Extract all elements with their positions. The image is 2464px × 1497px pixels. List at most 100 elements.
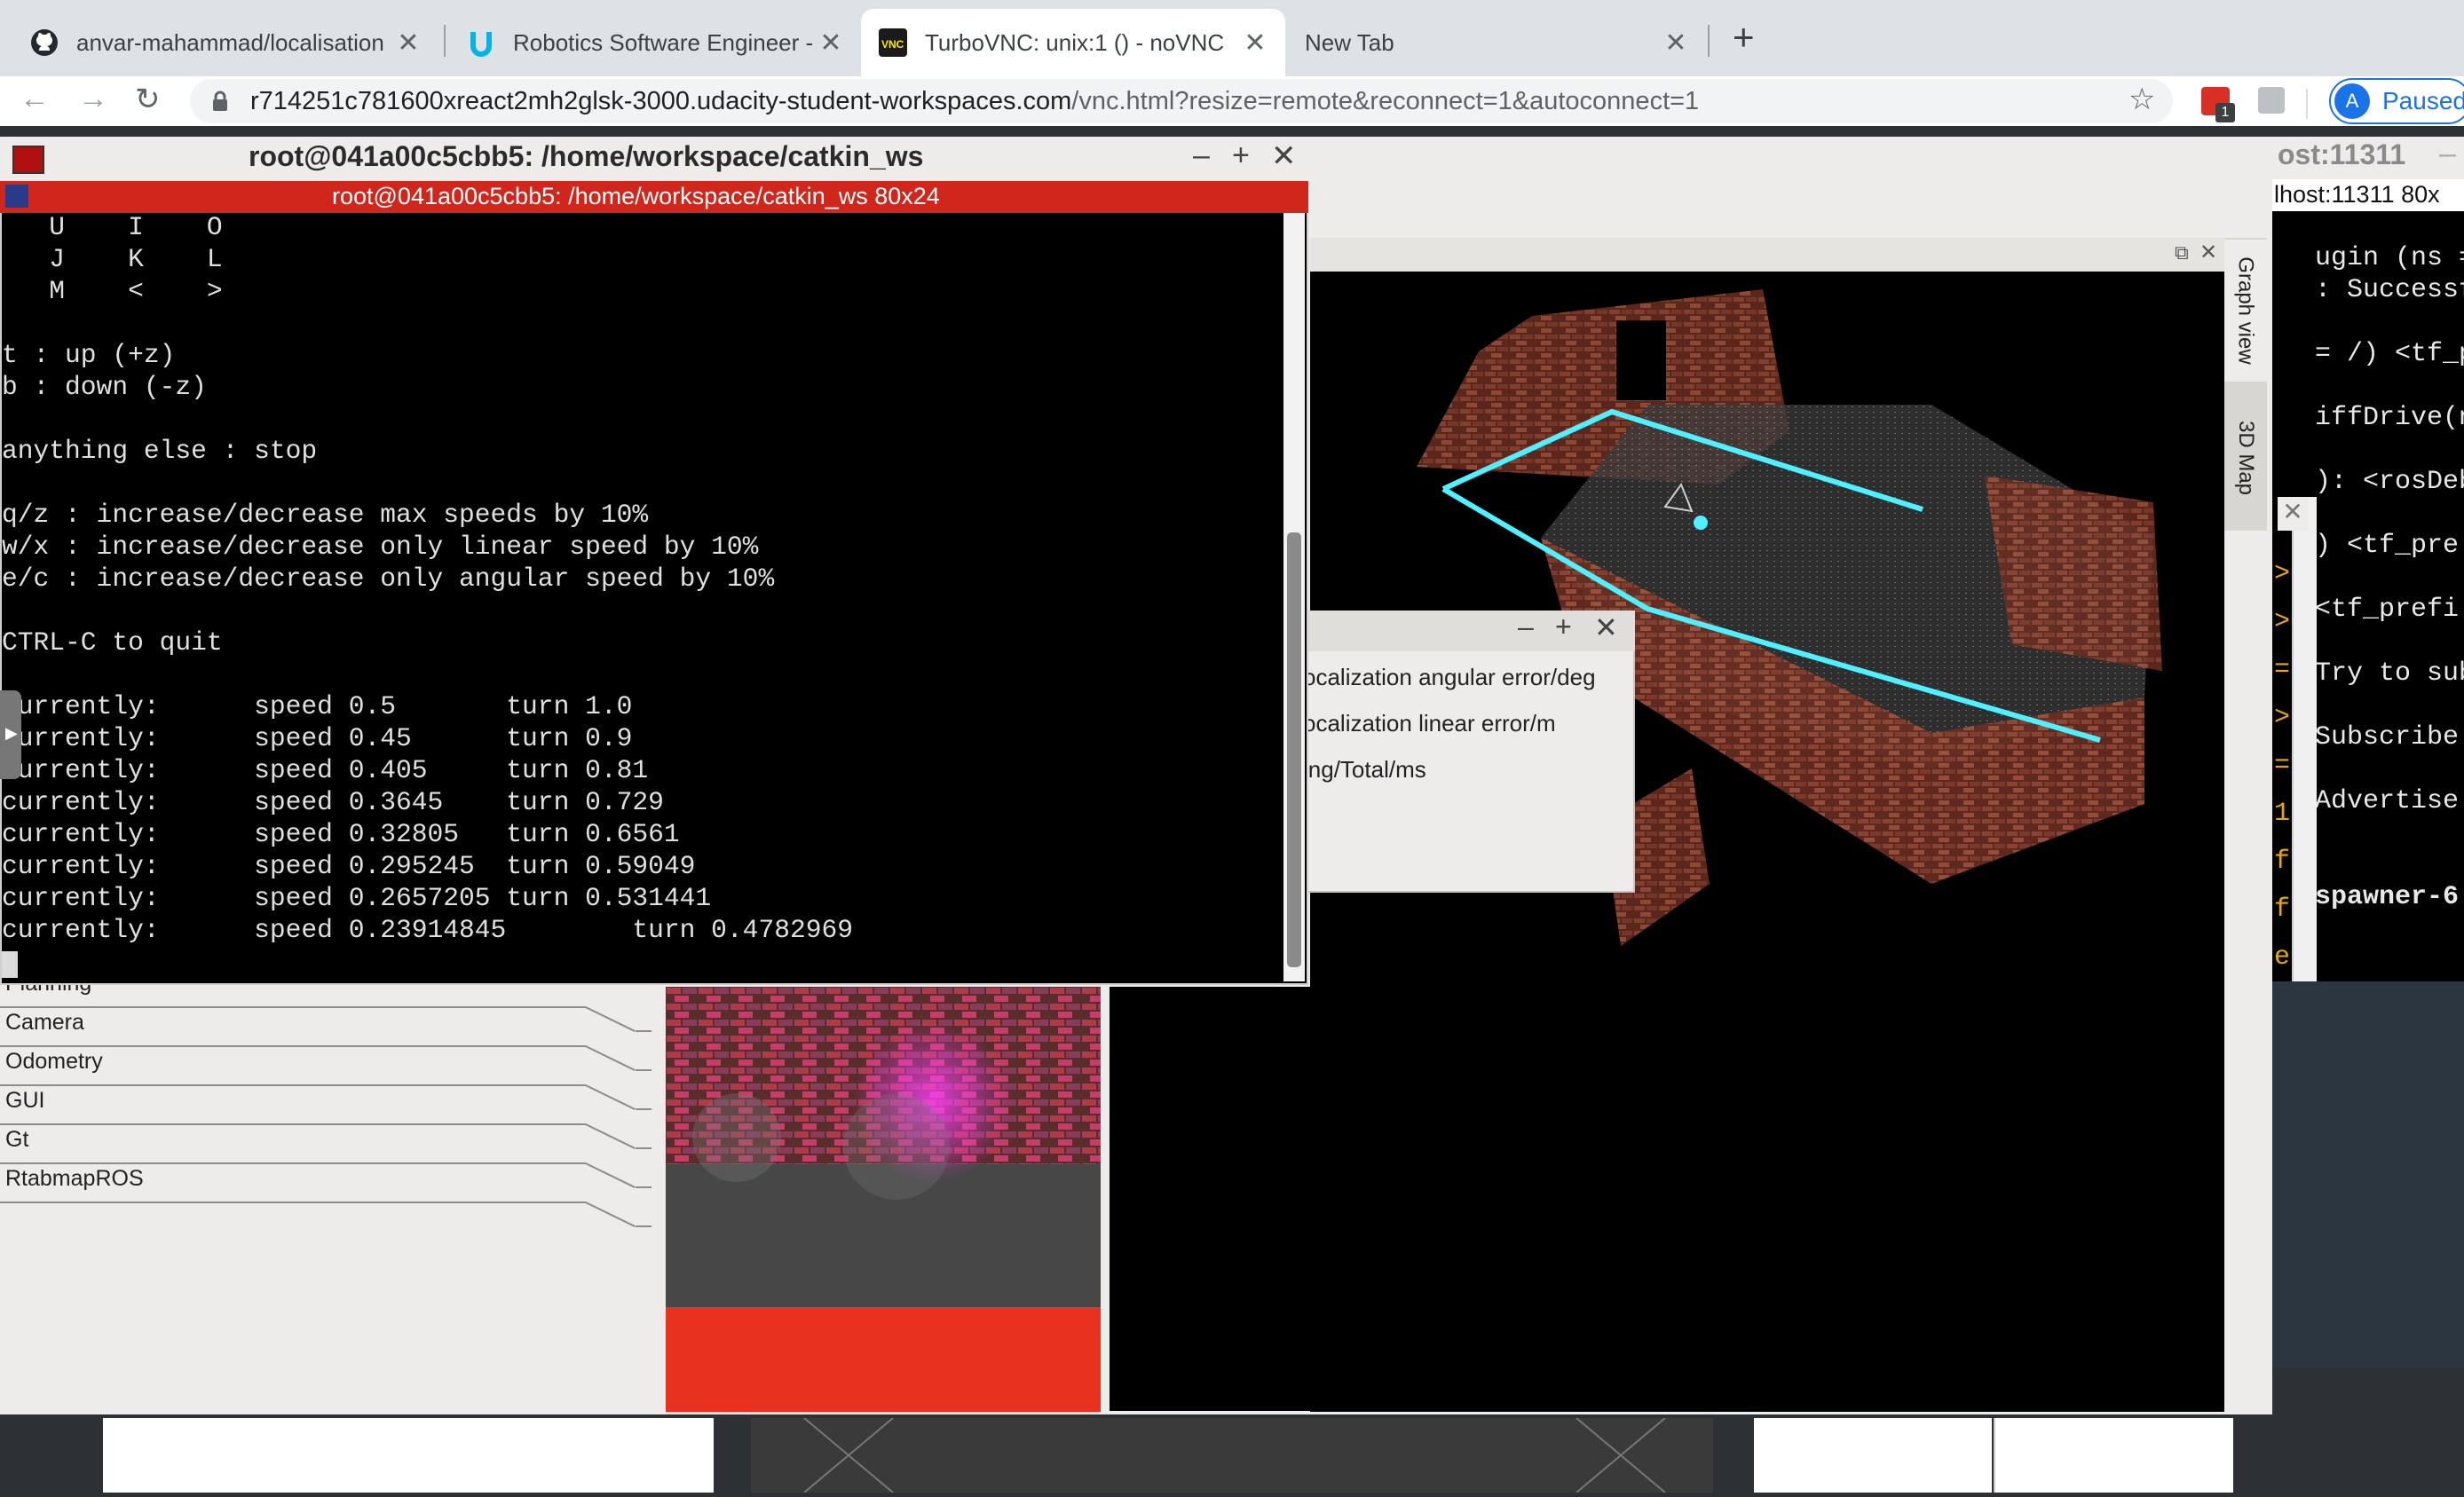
- forward-arrow-icon[interactable]: →: [78, 82, 108, 116]
- camera-overlay-bar: [666, 1307, 1101, 1412]
- url-path: /vnc.html?resize=remote&reconnect=1&auto…: [1071, 87, 1700, 115]
- avatar: A: [2334, 83, 2370, 119]
- reload-icon[interactable]: ↻: [135, 82, 161, 117]
- background-graphic: [803, 1417, 1666, 1493]
- close-tab-icon[interactable]: ✕: [1243, 28, 1268, 59]
- desktop-area: [2272, 981, 2464, 1368]
- terminal-line: ): <rosDebug: [2315, 467, 2464, 497]
- plugin-list: [0, 983, 662, 1414]
- close-tab-icon[interactable]: ✕: [396, 28, 421, 59]
- close-icon[interactable]: ✕: [2278, 497, 2308, 531]
- terminal-gutter-char: =: [2274, 751, 2291, 781]
- minimize-icon[interactable]: –: [2439, 137, 2456, 171]
- divider: [0, 1045, 586, 1047]
- stat-item[interactable]: ing/Total/ms: [1303, 756, 1426, 784]
- tab-github[interactable]: anvar-mahammad/localisation ✕: [12, 9, 438, 76]
- float-panel-icon[interactable]: ⧉: [2175, 241, 2189, 264]
- divider: [636, 1225, 652, 1227]
- maximize-icon[interactable]: +: [1232, 138, 1250, 173]
- background-window: [751, 1417, 1713, 1493]
- terminal-line: currently: speed 0.2657205 turn 0.531441: [2, 883, 712, 913]
- tab-title: Robotics Software Engineer - U: [513, 28, 818, 56]
- background-window: [103, 1418, 714, 1493]
- terminal-line: currently: speed 0.295245 turn 0.59049: [2, 851, 696, 881]
- extension-icon[interactable]: [2258, 87, 2285, 114]
- xterm-menu-icon[interactable]: [5, 185, 28, 208]
- scrollbar-thumb[interactable]: [1287, 532, 1301, 967]
- terminal-line: currently: speed 0.3645 turn 0.729: [2, 787, 664, 817]
- divider: [636, 1147, 652, 1149]
- lock-icon[interactable]: [211, 91, 229, 112]
- udacity-icon: [470, 32, 492, 57]
- terminal-subtitle: lhost:11311 80x: [2274, 181, 2440, 208]
- divider: [636, 1108, 652, 1110]
- terminal-line: currently: speed 0.5 turn 1.0: [2, 691, 633, 721]
- maximize-icon[interactable]: +: [1555, 611, 1572, 643]
- back-arrow-icon[interactable]: ←: [20, 82, 50, 116]
- tab-graph-view[interactable]: Graph view: [2224, 240, 2267, 382]
- tab-3d-map[interactable]: 3D Map: [2224, 396, 2267, 520]
- divider: [0, 1006, 586, 1008]
- statistics-title-bar: [1307, 611, 1635, 651]
- url-host: r714251c781600xreact2mh2glsk-3000.udacit…: [250, 87, 1072, 115]
- terminal-gutter-char: f: [2274, 894, 2291, 925]
- play-icon: ▶: [5, 724, 18, 742]
- xterm-title: root@041a00c5cbb5: /home/workspace/catki…: [249, 140, 924, 172]
- terminal-icon: [12, 146, 44, 174]
- minimize-icon[interactable]: –: [1518, 611, 1534, 643]
- bookmark-star-icon[interactable]: ☆: [2128, 82, 2155, 117]
- terminal-line: currently: speed 0.32805 turn 0.6561: [2, 819, 680, 849]
- url-text[interactable]: r714251c781600xreact2mh2glsk-3000.udacit…: [250, 87, 1699, 116]
- terminal-line: Advertise: [2315, 786, 2460, 816]
- stat-item[interactable]: ocalization linear error/m: [1303, 710, 1556, 737]
- divider: [0, 1084, 586, 1086]
- svg-text:VNC: VNC: [881, 38, 904, 51]
- plugin-camera[interactable]: Camera: [5, 1010, 84, 1036]
- github-icon: [31, 29, 58, 56]
- terminal-line: Subscribe: [2315, 722, 2460, 752]
- new-tab-button[interactable]: +: [1733, 16, 1755, 59]
- minimize-icon[interactable]: –: [1193, 138, 1210, 173]
- terminal-line: spawner-6: [2315, 882, 2460, 912]
- tab-title: anvar-mahammad/localisation: [76, 28, 384, 56]
- tab-separator: [1708, 25, 1710, 57]
- tab-new-tab[interactable]: New Tab ✕: [1287, 9, 1706, 76]
- plugin-gt[interactable]: Gt: [5, 1127, 28, 1153]
- terminal-line: CTRL-C to quit: [2, 627, 223, 658]
- text-cursor: [2, 951, 18, 978]
- terminal-line: ) <tf_pre: [2315, 531, 2460, 561]
- profile-button[interactable]: A Paused: [2329, 78, 2464, 124]
- close-icon[interactable]: ✕: [1594, 611, 1618, 644]
- terminal-line: = /) <tf_p: [2315, 339, 2464, 369]
- stat-item[interactable]: ocalization angular error/deg: [1303, 664, 1596, 691]
- terminal-gutter-char: >: [2274, 559, 2291, 589]
- tab-separator: [444, 25, 446, 57]
- terminal-gutter-char: >: [2274, 703, 2291, 733]
- plugin-rtabmapros[interactable]: RtabmapROS: [5, 1166, 144, 1192]
- divider: [636, 1186, 652, 1188]
- map-panel-header: [1310, 238, 2224, 272]
- extension-badge: 1: [2215, 103, 2235, 122]
- terminal-line: J K L: [2, 244, 223, 274]
- tab-turbovnc[interactable]: VNC TurboVNC: unix:1 () - noVNC ✕: [861, 9, 1285, 76]
- close-icon[interactable]: ✕: [1271, 138, 1297, 174]
- plugin-gui[interactable]: GUI: [5, 1088, 44, 1114]
- tab-title: TurboVNC: unix:1 () - noVNC: [925, 28, 1225, 56]
- close-tab-icon[interactable]: ✕: [1663, 28, 1688, 59]
- terminal-gutter-char: f: [2274, 847, 2291, 877]
- close-tab-icon[interactable]: ✕: [818, 28, 843, 59]
- tab-udacity[interactable]: Robotics Software Engineer - U ✕: [449, 9, 861, 76]
- terminal-line: ugin (ns = /: [2315, 243, 2464, 273]
- background-window: [1754, 1418, 1992, 1493]
- xterm-subtitle: root@041a00c5cbb5: /home/workspace/catki…: [332, 183, 940, 209]
- plugin-odometry[interactable]: Odometry: [5, 1049, 103, 1075]
- terminal-gutter-char: =: [2274, 655, 2291, 685]
- terminal-line: currently: speed 0.45 turn 0.9: [2, 723, 633, 753]
- scan-view[interactable]: [1110, 987, 1337, 1411]
- statistics-window: [1307, 611, 1635, 893]
- vnc-sidebar-handle[interactable]: ▶: [0, 690, 21, 779]
- close-panel-icon[interactable]: ✕: [2199, 240, 2217, 265]
- terminal-line: e/c : increase/decrease only angular spe…: [2, 563, 775, 594]
- terminal-line: Try to sub: [2315, 658, 2464, 689]
- divider: [0, 1162, 586, 1164]
